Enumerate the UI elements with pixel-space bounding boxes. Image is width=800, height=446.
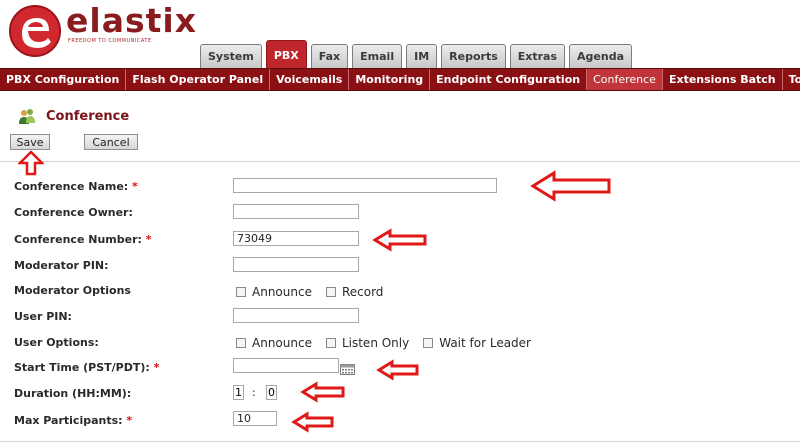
user-options-label: User Options: (14, 336, 99, 349)
subnav-flash-operator-panel[interactable]: Flash Operator Panel (126, 69, 271, 90)
user-announce-checkbox[interactable] (236, 338, 246, 348)
moderator-record-label: Record (341, 285, 384, 299)
user-wait-for-leader-checkbox[interactable] (423, 338, 434, 348)
annotation-arrow-left-icon (530, 170, 611, 202)
user-pin-input[interactable] (233, 308, 359, 323)
tab-fax[interactable]: Fax (310, 44, 349, 68)
duration-separator: : (252, 386, 256, 399)
subnav-pbx-configuration[interactable]: PBX Configuration (0, 69, 127, 90)
conference-owner-label: Conference Owner: (14, 206, 133, 219)
max-participants-label-text: Max Participants: (14, 414, 123, 427)
conference-name-input[interactable] (233, 178, 497, 193)
conference-name-label-text: Conference Name: (14, 180, 129, 193)
start-time-input[interactable] (233, 358, 339, 373)
required-marker: * (145, 233, 152, 246)
app-header: elastix FREEDOM TO COMMUNICATE System PB… (0, 0, 800, 68)
page-title: Conference (46, 108, 130, 124)
moderator-pin-input[interactable] (233, 257, 359, 272)
tab-email[interactable]: Email (352, 44, 403, 68)
calendar-icon[interactable] (340, 364, 355, 375)
subnav-extensions-batch[interactable]: Extensions Batch (663, 69, 783, 90)
annotation-arrow-left-icon (300, 381, 345, 403)
subnav-endpoint-configuration[interactable]: Endpoint Configuration (430, 69, 588, 90)
duration-hours-input[interactable]: 1 (233, 385, 244, 400)
tab-agenda[interactable]: Agenda (569, 44, 632, 68)
conference-name-label: Conference Name: * (14, 180, 138, 193)
sub-navigation: PBX Configuration Flash Operator Panel V… (0, 68, 800, 91)
user-listen-only-label: Listen Only (341, 336, 410, 350)
tab-reports[interactable]: Reports (441, 44, 506, 68)
subnav-monitoring[interactable]: Monitoring (349, 69, 431, 90)
required-marker: * (126, 414, 133, 427)
moderator-record-checkbox[interactable] (325, 287, 336, 297)
max-participants-input[interactable]: 10 (233, 411, 277, 426)
duration-label: Duration (HH:MM): (14, 387, 132, 400)
conference-number-label: Conference Number: * (14, 233, 152, 246)
brand-name: elastix (66, 1, 197, 40)
annotation-arrow-up-icon (18, 150, 44, 176)
annotation-arrow-left-icon (291, 411, 334, 433)
user-options-group: Announce Listen Only Wait for Leader (236, 336, 545, 350)
subnav-tools[interactable]: Tools (783, 69, 800, 90)
cancel-button[interactable]: Cancel (84, 134, 138, 150)
required-marker: * (132, 180, 138, 193)
save-button[interactable]: Save (10, 134, 50, 150)
annotation-arrow-left-icon (372, 228, 427, 252)
moderator-announce-label: Announce (252, 285, 312, 299)
moderator-options-group: Announce Record (236, 285, 397, 299)
tab-im[interactable]: IM (406, 44, 438, 68)
annotation-arrow-left-icon (376, 359, 419, 381)
page-title-row: Conference (18, 107, 129, 125)
conference-number-input[interactable]: 73049 (233, 231, 359, 246)
moderator-pin-label: Moderator PIN: (14, 259, 109, 272)
max-participants-label: Max Participants: * (14, 414, 132, 427)
user-wait-for-leader-label: Wait for Leader (439, 336, 531, 350)
start-time-label: Start Time (PST/PDT): * (14, 361, 159, 374)
user-pin-label: User PIN: (14, 310, 72, 323)
start-time-label-text: Start Time (PST/PDT): (14, 361, 150, 374)
tab-pbx[interactable]: PBX (265, 40, 307, 68)
user-listen-only-checkbox[interactable] (325, 338, 336, 348)
conference-number-label-text: Conference Number: (14, 233, 142, 246)
required-marker: * (153, 361, 160, 374)
divider (0, 161, 800, 162)
duration-minutes-input[interactable]: 0 (266, 385, 277, 400)
subnav-voicemails[interactable]: Voicemails (270, 69, 350, 90)
moderator-announce-checkbox[interactable] (236, 287, 246, 297)
subnav-conference[interactable]: Conference (587, 69, 663, 90)
tab-extras[interactable]: Extras (509, 44, 566, 68)
bottom-divider (0, 441, 800, 442)
conference-icon (19, 109, 35, 124)
main-tabs: System PBX Fax Email IM Reports Extras A… (200, 40, 636, 68)
elastix-logo-icon (9, 5, 61, 57)
tab-system[interactable]: System (200, 44, 262, 68)
user-announce-label: Announce (252, 336, 312, 350)
brand-tagline: FREEDOM TO COMMUNICATE (68, 38, 152, 44)
moderator-options-label: Moderator Options (14, 284, 131, 297)
conference-owner-input[interactable] (233, 204, 359, 219)
